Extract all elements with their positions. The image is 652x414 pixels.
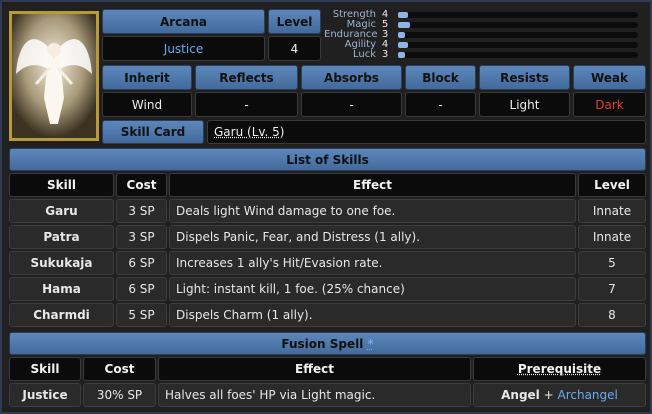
skill-level: 8 <box>578 303 646 327</box>
skill-card-value[interactable]: Garu (Lv. 5) <box>207 120 646 144</box>
skill-effect: Deals light Wind damage to one foe. <box>169 199 576 223</box>
skill-level: Innate <box>578 225 646 249</box>
skill-cost: 3 SP <box>116 199 167 223</box>
stat-bar-fill <box>398 32 406 38</box>
skill-name: Patra <box>9 225 114 249</box>
absorbs-value: - <box>301 92 402 117</box>
arcana-header: Arcana <box>102 9 265 34</box>
block-header: Block <box>405 65 476 90</box>
skill-name: Sukukaja <box>9 251 114 275</box>
stat-bar-fill <box>398 12 408 18</box>
fusion-effect: Halves all foes' HP via Light magic. <box>158 383 471 407</box>
skills-col-cost: Cost <box>116 173 167 197</box>
stat-bar-fill <box>398 52 406 58</box>
skill-cost: 6 SP <box>116 251 167 275</box>
skill-card-link[interactable]: Garu (Lv. 5) <box>214 125 285 139</box>
weak-value: Dark <box>573 92 646 117</box>
fusion-title-text: Fusion Spell <box>281 336 364 351</box>
level-header: Level <box>268 9 321 34</box>
arcana-value-link[interactable]: Justice <box>102 36 265 61</box>
fusion-title: Fusion Spell * <box>9 332 646 355</box>
resists-value: Light <box>479 92 570 117</box>
prereq-archangel-link[interactable]: Archangel <box>557 388 617 402</box>
reflects-header: Reflects <box>195 65 298 90</box>
fusion-skill-name: Justice <box>9 383 81 407</box>
skill-effect: Increases 1 ally's Hit/Evasion rate. <box>169 251 576 275</box>
prereq-plus: + <box>539 388 558 402</box>
stat-value: 3 <box>381 49 389 60</box>
skill-effect: Dispels Charm (1 ally). <box>169 303 576 327</box>
stat-bar <box>398 52 638 58</box>
skill-card-header: Skill Card <box>102 120 204 144</box>
persona-card: Arcana Level Justice 4 Strength 4 Magic … <box>0 0 652 414</box>
block-value: - <box>405 92 476 117</box>
angel-image <box>12 14 96 138</box>
skill-cost: 3 SP <box>116 225 167 249</box>
stat-bar-fill <box>398 42 408 48</box>
stat-bar <box>398 22 638 28</box>
skill-cost: 5 SP <box>116 303 167 327</box>
skill-effect: Dispels Panic, Fear, and Distress (1 all… <box>169 225 576 249</box>
skills-col-level: Level <box>578 173 646 197</box>
stat-bar <box>398 32 638 38</box>
weak-header: Weak <box>573 65 646 90</box>
inherit-header: Inherit <box>102 65 192 90</box>
level-value: 4 <box>268 36 321 61</box>
stat-label: Luck <box>352 49 376 60</box>
skills-col-skill: Skill <box>9 173 114 197</box>
fusion-note-link[interactable]: * <box>367 337 373 351</box>
fusion-col-prerequisite: Prerequisite <box>473 357 646 381</box>
stat-bar <box>398 12 638 18</box>
skills-title: List of Skills <box>9 148 646 171</box>
stat-luck: Luck 3 <box>324 49 638 60</box>
fusion-col-effect: Effect <box>158 357 471 381</box>
fusion-cost: 30% SP <box>83 383 156 407</box>
skill-name: Charmdi <box>9 303 114 327</box>
persona-portrait <box>9 11 99 141</box>
stat-bar <box>398 42 638 48</box>
skill-name: Garu <box>9 199 114 223</box>
skill-level: 7 <box>578 277 646 301</box>
skills-col-effect: Effect <box>169 173 576 197</box>
reflects-value: - <box>195 92 298 117</box>
fusion-col-cost: Cost <box>83 357 156 381</box>
resists-header: Resists <box>479 65 570 90</box>
inherit-value: Wind <box>102 92 192 117</box>
skill-effect: Light: instant kill, 1 foe. (25% chance) <box>169 277 576 301</box>
skill-level: 5 <box>578 251 646 275</box>
prereq-angel: Angel <box>501 388 540 402</box>
fusion-col-skill: Skill <box>9 357 81 381</box>
stat-bar-fill <box>398 22 410 28</box>
skill-name: Hama <box>9 277 114 301</box>
absorbs-header: Absorbs <box>301 65 402 90</box>
prerequisite-label: Prerequisite <box>517 362 602 376</box>
skill-level: Innate <box>578 199 646 223</box>
stats-panel: Strength 4 Magic 5 Endurance 3 Agility 4… <box>324 10 640 62</box>
fusion-prerequisite: Angel + Archangel <box>473 383 646 407</box>
skill-cost: 6 SP <box>116 277 167 301</box>
